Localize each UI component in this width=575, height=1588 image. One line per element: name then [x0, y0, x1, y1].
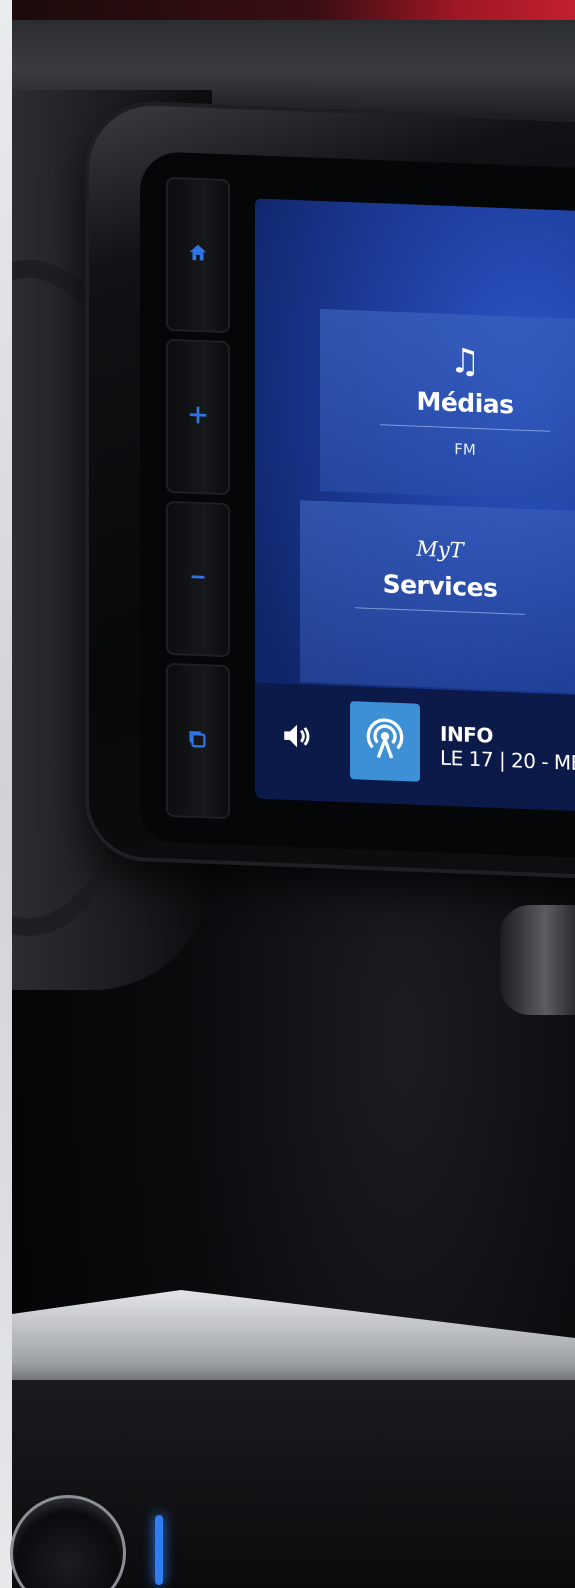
copy-screens-icon — [187, 728, 209, 755]
red-trim-strip — [0, 0, 575, 22]
music-note-icon: ♫ — [449, 340, 481, 383]
plus-icon — [187, 404, 209, 431]
knob-indicator-light — [155, 1515, 163, 1585]
services-title: Services — [382, 569, 498, 603]
radio-source-button[interactable] — [350, 701, 420, 782]
station-program: LE 17 | 20 - ME — [440, 745, 575, 776]
services-tile[interactable]: MyT Services — [300, 500, 575, 693]
minus-icon — [187, 566, 209, 593]
tile-divider — [355, 607, 525, 615]
speaker-volume-icon[interactable] — [280, 718, 314, 753]
medias-subtitle: FM — [454, 440, 476, 459]
infotainment-display: ♫ Médias FM MyT Services INFO LE 17 | 20… — [255, 198, 575, 812]
home-button[interactable] — [166, 176, 230, 334]
myt-logo: MyT — [416, 536, 464, 563]
home-icon — [187, 242, 209, 269]
tile-divider — [380, 424, 550, 432]
car-dashboard-photo: ♫ Médias FM MyT Services INFO LE 17 | 20… — [0, 0, 575, 1588]
radio-broadcast-icon — [365, 717, 405, 767]
apps-button[interactable] — [166, 662, 230, 820]
hardware-button-column — [152, 176, 244, 820]
status-bar: INFO LE 17 | 20 - ME — [255, 682, 575, 812]
volume-up-button[interactable] — [166, 338, 230, 496]
volume-down-button[interactable] — [166, 500, 230, 658]
station-name: INFO — [440, 721, 493, 748]
medias-title: Médias — [416, 386, 514, 420]
photo-border — [0, 0, 12, 1588]
dashboard-vent-trim — [500, 905, 575, 1015]
medias-tile[interactable]: ♫ Médias FM — [320, 308, 575, 503]
